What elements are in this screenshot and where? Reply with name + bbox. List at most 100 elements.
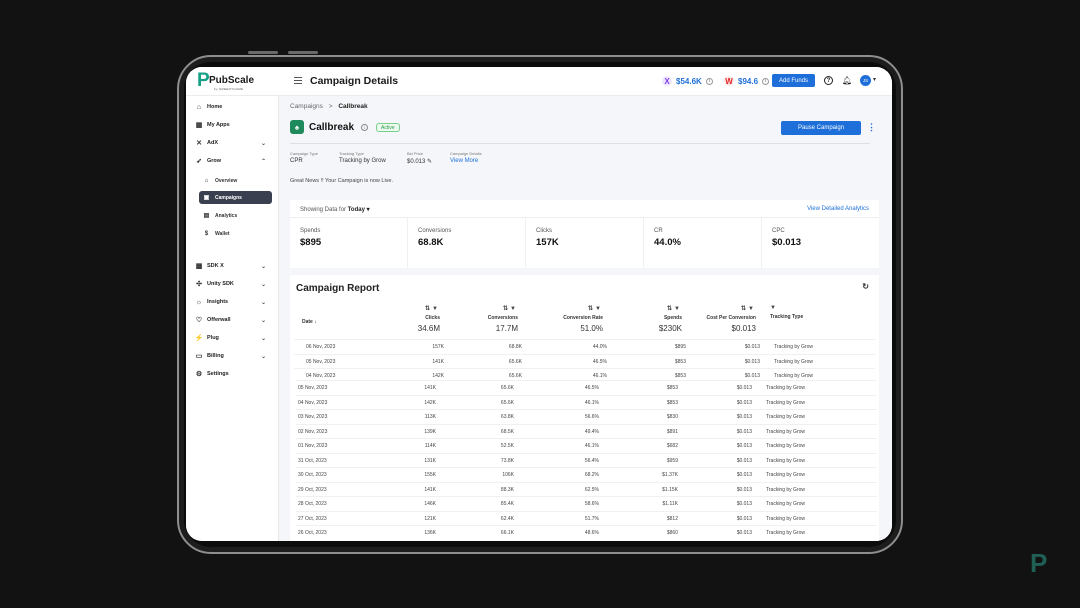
table-row[interactable]: 04 Nov, 2023 142K 65.6K 46.1% $853 $0.013 Trac… [296, 394, 877, 410]
header-label: Conversion Rate [563, 315, 603, 321]
meta-campaign-type: Campaign Type CPR [290, 151, 318, 164]
cell-cr: 46.5% [592, 358, 607, 365]
sort-filter-icon[interactable]: ⇅▼ [540, 305, 603, 312]
cell-date: 03 Nov, 2023 [298, 414, 328, 420]
meta-bid-price[interactable]: Bid Price $0.013 ✎ [407, 151, 432, 165]
wallet-w[interactable]: W $94.6 i [724, 76, 770, 86]
gear-icon: ⚙ [195, 371, 203, 378]
sidebar-item-home[interactable]: ⌂ Home [194, 101, 222, 113]
sidebar-item-campaigns[interactable]: ▣ Campaigns [199, 191, 272, 204]
table-row[interactable]: 02 Nov, 2023 139K 68.5K 49.4% $891 $0.013 Trac… [296, 423, 877, 439]
view-detailed-analytics-link[interactable]: View Detailed Analytics [807, 206, 869, 212]
sdk-icon: ▩ [195, 263, 203, 270]
stat-value: $0.013 [772, 237, 802, 248]
meta-label: Campaign Details [450, 151, 482, 156]
sidebar-item-wallet[interactable]: $ Wallet [199, 227, 272, 240]
total-spends: $230K [658, 324, 682, 333]
logo[interactable]: P PubScale by GREEDYGAME [197, 71, 257, 93]
chevron-down-icon[interactable]: ▾ [873, 76, 876, 83]
sidebar-item-label: Home [207, 104, 223, 110]
campaign-name: Callbreak [309, 122, 355, 133]
sidebar-item-sdk-x[interactable]: ▩ SDK X ⌄ [194, 260, 266, 272]
filter-icon[interactable]: ▼ [770, 305, 803, 311]
add-funds-button[interactable]: Add Funds [772, 74, 815, 87]
sidebar-item-overview[interactable]: ⌂ Overview [199, 174, 272, 187]
table-row[interactable]: 28 Oct, 2023 146K 85.4K 58.6% $1.11K $0.013 Tr… [296, 496, 877, 511]
avatar[interactable]: JS [860, 75, 871, 86]
column-spends[interactable]: ⇅▼ Spends [640, 305, 682, 321]
cell-date: 28 Oct, 2023 [298, 501, 327, 507]
cell-date: 05 Nov, 2023 [298, 385, 328, 391]
table-row[interactable]: 30 Oct, 2023 155K 106K 68.2% $1.37K $0.013 Tra… [296, 467, 877, 482]
column-tracking[interactable]: ▼ Tracking Type [770, 305, 803, 320]
cell-tracking: Tracking by Grow [766, 486, 805, 493]
sidebar-item-insights[interactable]: ☼ Insights ⌄ [194, 296, 266, 308]
table-row[interactable]: 26 Oct, 2023 136K 66.1K 48.6% $860 $0.013 Trac… [296, 525, 877, 540]
sidebar-item-analytics[interactable]: ▤ Analytics [199, 209, 272, 222]
table-row[interactable]: 06 Nov, 2023 157K 68.8K 44.0% $895 $0.013 Trac… [294, 339, 875, 354]
wallet-x[interactable]: X $54.6K i [662, 76, 713, 86]
date-filter[interactable]: Showing Data for Today ▾ [300, 206, 370, 213]
info-icon[interactable]: i [361, 124, 368, 131]
cell-clicks: 146K [424, 501, 436, 507]
sidebar-item-my-apps[interactable]: ▦ My Apps [194, 119, 230, 131]
cell-cpc: $0.013 [736, 385, 752, 391]
table-row[interactable]: 29 Oct, 2023 141K 88.3K 62.5% $1.15K $0.013 Tr… [296, 481, 877, 497]
breadcrumb-campaigns[interactable]: Campaigns [290, 103, 323, 110]
cell-clicks: 142K [424, 399, 436, 406]
cell-cr: 51.7% [584, 515, 599, 522]
help-icon[interactable]: ? [824, 76, 833, 85]
table-row[interactable]: 05 Nov, 2023 141K 65.6K 46.5% $853 $0.013 Trac… [296, 380, 877, 395]
sort-filter-icon[interactable]: ⇅▼ [470, 305, 518, 312]
refresh-icon[interactable]: ↻ [862, 282, 869, 291]
more-options-icon[interactable]: ⋮ [867, 122, 876, 133]
date-period-dropdown[interactable]: Today ▾ [348, 207, 370, 213]
sidebar-item-settings[interactable]: ⚙ Settings [194, 368, 229, 380]
cell-tracking: Tracking by Grow [766, 501, 805, 507]
sidebar-item-grow[interactable]: ➶ Grow ⌃ [194, 155, 266, 167]
cell-conversions: 106K [502, 472, 514, 478]
table-row[interactable]: 05 Nov, 2023 141K 65.6K 46.5% $853 $0.013 Trac… [294, 353, 875, 369]
table-row[interactable]: 31 Oct, 2023 131K 73.8K 56.4% $959 $0.013 Trac… [296, 452, 877, 468]
breadcrumb: Campaigns > Callbreak [290, 103, 368, 110]
total-cpc: $0.013 [731, 324, 756, 333]
meta-label: Tracking Type [339, 151, 364, 156]
sidebar-item-plug[interactable]: ⚡ Plug ⌄ [194, 332, 266, 344]
cell-tracking: Tracking by Grow [774, 373, 813, 379]
app-screen: P PubScale by GREEDYGAME Campaign Detail… [186, 67, 892, 541]
sidebar-item-offerwall[interactable]: ♡ Offerwall ⌄ [194, 314, 266, 326]
campaign-icon: ▣ [203, 195, 210, 201]
pause-campaign-button[interactable]: Pause Campaign [781, 121, 861, 135]
breadcrumb-current: Callbreak [338, 103, 368, 110]
sort-filter-icon[interactable]: ⇅▼ [640, 305, 682, 312]
stat-label: Clicks [536, 228, 552, 234]
table-row[interactable]: 03 Nov, 2023 113K 63.8K 56.6% $830 $0.013 Trac… [296, 409, 877, 424]
meta-value[interactable]: $0.013 ✎ [407, 158, 432, 165]
cell-cr: 46.1% [584, 443, 599, 449]
cell-conversions: 65.6K [508, 358, 522, 365]
cell-conversions: 85.4K [500, 501, 514, 507]
cell-cpc: $0.013 [736, 515, 752, 522]
sidebar-item-adx[interactable]: ✕ AdX ⌄ [194, 137, 266, 149]
sort-filter-icon[interactable]: ⇅▼ [400, 305, 440, 312]
column-cr[interactable]: ⇅▼ Conversion Rate [540, 305, 603, 321]
column-date[interactable]: Date ↓ [302, 319, 317, 325]
w-wallet-icon: W [724, 76, 734, 86]
chevron-down-icon: ⌄ [261, 281, 267, 288]
cell-spends: $1.37K [662, 472, 678, 478]
view-more-link[interactable]: View More [450, 158, 482, 164]
sidebar-item-unity-sdk[interactable]: ✣ Unity SDK ⌄ [194, 278, 266, 290]
column-clicks[interactable]: ⇅▼ Clicks [400, 305, 440, 321]
sidebar-item-billing[interactable]: ▭ Billing ⌄ [194, 350, 266, 362]
info-icon[interactable]: i [762, 77, 770, 85]
sort-filter-icon[interactable]: ⇅▼ [692, 305, 756, 312]
column-conversions[interactable]: ⇅▼ Conversions [470, 305, 518, 321]
table-row[interactable]: 01 Nov, 2023 114K 52.5K 46.1% $682 $0.013 Trac… [296, 438, 877, 453]
hamburger-icon[interactable] [294, 77, 302, 84]
column-cpc[interactable]: ⇅▼ Cost Per Conversion [692, 305, 756, 321]
cell-cpc: $0.013 [736, 501, 752, 507]
table-row[interactable]: 27 Oct, 2023 121K 62.4K 51.7% $812 $0.013 Trac… [296, 510, 877, 526]
chevron-down-icon: ⌄ [261, 335, 267, 342]
bell-icon[interactable]: 🔔︎ [842, 76, 852, 85]
info-icon[interactable]: i [705, 77, 713, 85]
